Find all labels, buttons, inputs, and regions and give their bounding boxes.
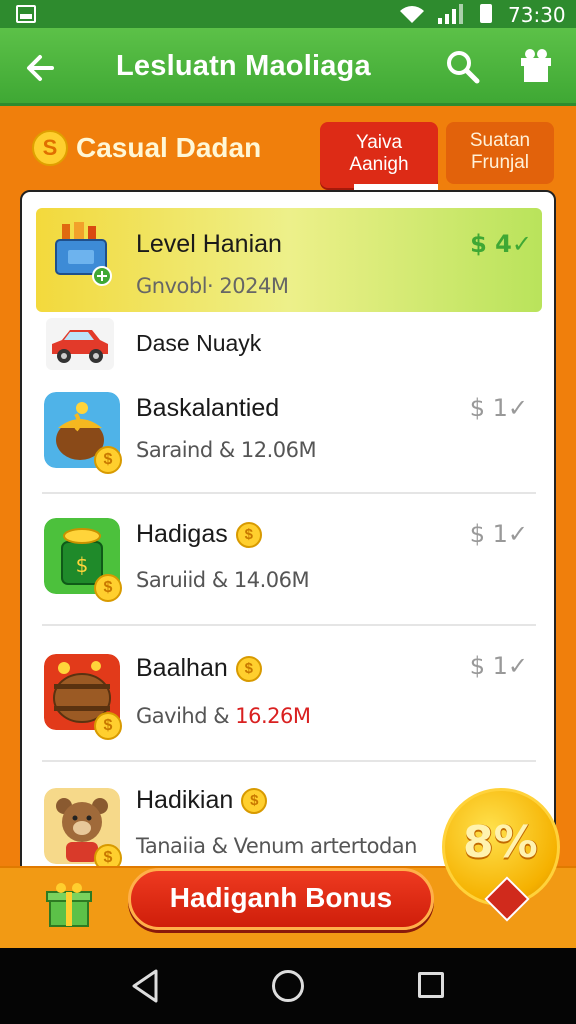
list-item-subtitle: Tanaiia & Venum artertodan [136, 834, 417, 858]
signal-icon [438, 4, 463, 24]
divider [42, 760, 536, 762]
list-item-title: Dase Nuayk [136, 330, 262, 356]
wifi-icon [400, 6, 424, 23]
image-notification-icon [16, 5, 36, 23]
gift-icon[interactable] [516, 46, 556, 86]
list-item-title-text: Baalhan [136, 654, 228, 682]
tab-inactive-line1: Suatan [469, 130, 531, 151]
gift-box-icon[interactable] [44, 880, 94, 930]
list-item-car[interactable]: Dase Nuayk [22, 316, 554, 376]
app-bar: Lesluatn Maoliaga [0, 28, 576, 106]
list-item-title-text: Hadigas [136, 520, 228, 548]
list-item-title: Level Hanian [136, 230, 282, 258]
svg-text:$: $ [76, 553, 89, 577]
list-item-subtitle: Saruiid & 14.06M [136, 568, 310, 592]
coin-icon: $ [241, 788, 268, 815]
list-item-subtitle: Gnvobl· 2024M [136, 274, 289, 298]
list-item-amount: $ 1✓ [469, 520, 528, 548]
coin-icon: $ [235, 522, 262, 549]
section-title: Casual Dadan [76, 132, 262, 163]
list-item-amount: $ 1✓ [469, 652, 528, 680]
nav-recent-apps-icon[interactable] [418, 972, 444, 998]
nav-home-icon[interactable] [272, 970, 304, 1002]
promo-badge[interactable]: 8% [442, 788, 560, 922]
nav-back-icon[interactable] [130, 968, 160, 1004]
coin-badge-icon: $ [94, 712, 122, 740]
subtitle-prefix: Gavihd & [136, 704, 236, 728]
list-item-subtitle: Saraind & 12.06M [136, 438, 317, 462]
list-item-subtitle: Gavihd & 16.26M [136, 704, 311, 728]
back-arrow-icon[interactable] [22, 48, 62, 88]
list-item-title: Baalhan $ [136, 654, 262, 683]
rewards-list-card: Level Hanian Gnvobl· 2024M $ 4✓ Dase Nua… [20, 190, 556, 890]
tab-active[interactable]: Yaiva Aanigh [320, 122, 438, 192]
subtitle-value: 16.26M [235, 704, 311, 728]
briefcase-icon [55, 222, 112, 286]
tab-active-line1: Yaiva [355, 132, 403, 153]
divider [42, 624, 536, 626]
list-item[interactable]: $ $ Hadigas $ Saruiid & 14.06M $ 1✓ [22, 504, 554, 624]
list-item-amount: $ 1✓ [469, 394, 528, 422]
status-time: 73:30 [508, 3, 566, 27]
coin-icon: S [32, 130, 68, 166]
list-item-title: Baskalantied [136, 394, 280, 422]
coin-badge-icon: $ [94, 574, 122, 602]
battery-icon [480, 4, 492, 23]
coin-icon: $ [235, 656, 262, 683]
divider [42, 492, 536, 494]
list-item[interactable]: $ Baalhan $ Gavihd & 16.26M $ 1✓ [22, 636, 554, 760]
list-item-highlight[interactable]: Level Hanian Gnvobl· 2024M $ 4✓ [36, 208, 542, 312]
status-bar: 73:30 [0, 0, 576, 28]
search-icon[interactable] [444, 48, 482, 86]
car-icon [46, 318, 114, 370]
list-item-title: Hadigas $ [136, 520, 262, 549]
list-item[interactable]: $ Baskalantied Saraind & 12.06M $ 1✓ [22, 382, 554, 492]
coin-badge-icon: $ [94, 446, 122, 474]
list-item-title-text: Hadikian [136, 786, 234, 814]
tab-active-line2: Aanigh [349, 154, 409, 175]
list-item-title: Hadikian $ [136, 786, 268, 815]
tab-inactive-line2: Frunjal [470, 152, 530, 173]
promo-percent: 8% [463, 817, 538, 868]
tab-inactive[interactable]: Suatan Frunjal [446, 122, 554, 184]
bonus-button[interactable]: Hadiganh Bonus [128, 868, 434, 930]
list-item-amount: $ 4✓ [470, 230, 532, 258]
page-title: Lesluatn Maoliaga [116, 50, 371, 82]
